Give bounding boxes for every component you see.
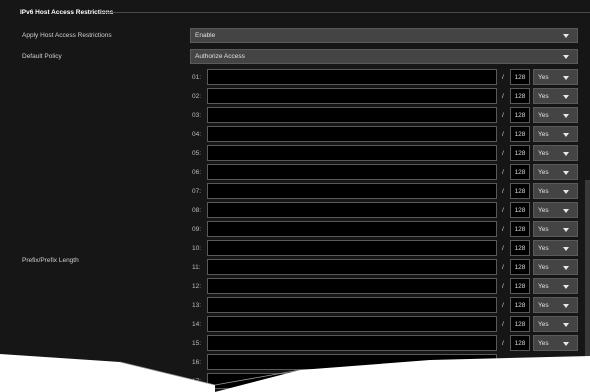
page-curl-decoration [0, 354, 590, 392]
